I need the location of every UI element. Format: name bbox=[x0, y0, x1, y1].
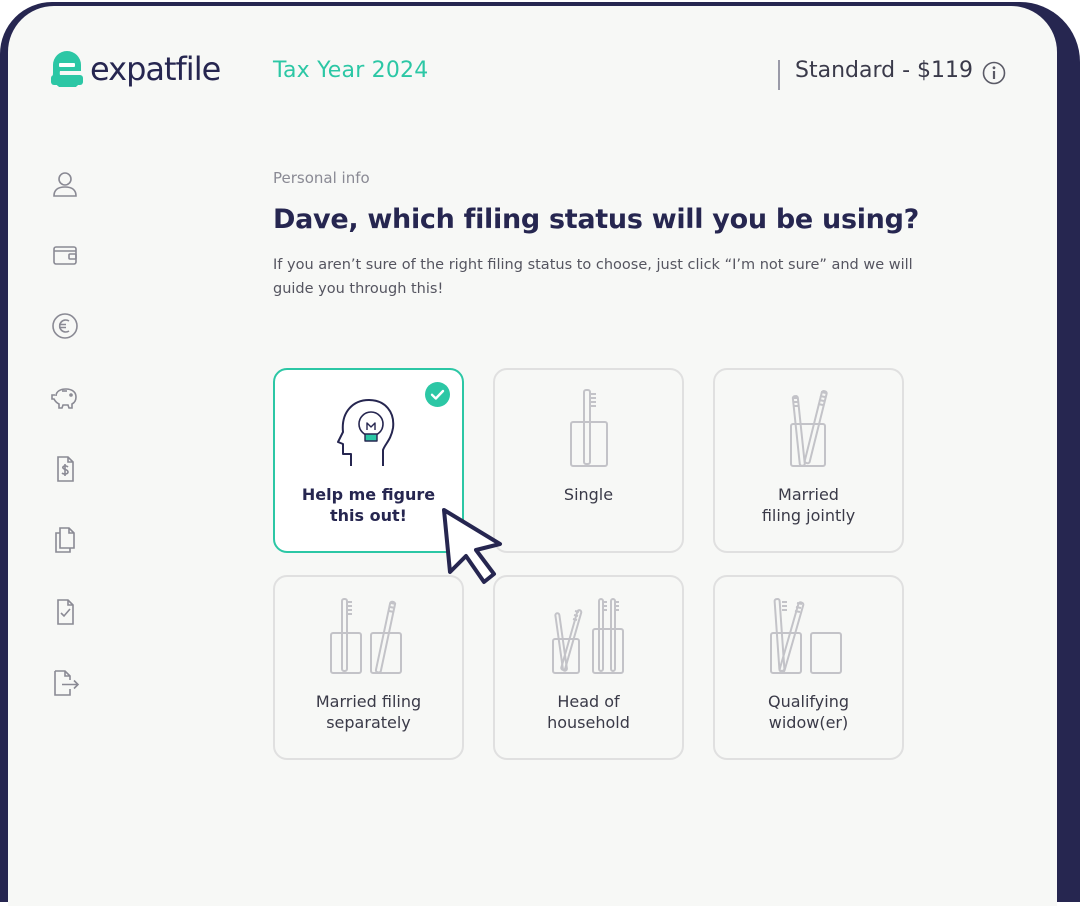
sidebar-item-income[interactable] bbox=[49, 239, 81, 271]
toothbrushes-empty-cup-icon bbox=[769, 598, 842, 674]
option-label: Single bbox=[563, 485, 614, 504]
sidebar-item-savings[interactable] bbox=[49, 382, 81, 414]
option-single[interactable]: Single bbox=[493, 368, 684, 553]
euro-icon bbox=[52, 313, 78, 339]
option-married-filing-jointly[interactable]: Married filing jointly bbox=[713, 368, 904, 553]
family-toothbrushes-icon bbox=[551, 598, 624, 674]
card-illustration bbox=[275, 595, 462, 675]
option-help-me-figure[interactable]: Help me figure this out! bbox=[273, 368, 464, 553]
tax-year-label: Tax Year 2024 bbox=[273, 58, 429, 83]
app-screen: expatfile Tax Year 2024 Standard - $119 bbox=[8, 6, 1057, 906]
option-qualifying-widower[interactable]: Qualifying widow(er) bbox=[713, 575, 904, 760]
sidebar-item-foreign-income[interactable] bbox=[49, 310, 81, 342]
app-frame: expatfile Tax Year 2024 Standard - $119 bbox=[0, 0, 1080, 906]
two-toothbrushes-one-cup-icon bbox=[789, 390, 828, 467]
sidebar-item-submit[interactable] bbox=[49, 667, 81, 699]
helper-text: If you aren’t sure of the right filing s… bbox=[273, 257, 913, 297]
section-label: Personal info bbox=[273, 169, 370, 187]
card-illustration bbox=[275, 388, 462, 468]
option-label: Married filing separately bbox=[315, 692, 422, 732]
user-icon bbox=[53, 172, 77, 197]
piggy-bank-icon bbox=[51, 388, 77, 409]
brand-logo[interactable]: expatfile bbox=[49, 50, 221, 88]
brand-name: expatfile bbox=[90, 50, 221, 88]
header-divider bbox=[778, 60, 780, 90]
card-illustration bbox=[495, 388, 682, 468]
head-lightbulb-icon bbox=[336, 399, 394, 466]
document-check-icon bbox=[57, 599, 74, 625]
option-head-of-household[interactable]: Head of household bbox=[493, 575, 684, 760]
invoice-dollar-icon bbox=[57, 456, 74, 482]
option-label: Married filing jointly bbox=[761, 485, 856, 525]
card-illustration bbox=[715, 595, 902, 675]
single-toothbrush-icon bbox=[569, 389, 608, 467]
wallet-icon bbox=[53, 246, 77, 265]
exit-icon bbox=[54, 670, 80, 696]
option-label: Qualifying widow(er) bbox=[768, 692, 849, 732]
card-illustration bbox=[715, 388, 902, 468]
sidebar-item-profile[interactable] bbox=[49, 168, 81, 200]
documents-icon bbox=[55, 527, 75, 553]
two-toothbrushes-two-cups-icon bbox=[329, 598, 402, 674]
info-icon[interactable] bbox=[982, 61, 1006, 85]
sidebar-item-documents[interactable] bbox=[49, 524, 81, 556]
logo-mark-icon bbox=[51, 51, 83, 87]
sidebar-item-review[interactable] bbox=[49, 596, 81, 628]
sidebar-item-tax-payments[interactable] bbox=[49, 453, 81, 485]
plan-price-label: Standard - $119 bbox=[795, 58, 973, 83]
page-title: Dave, which filing status will you be us… bbox=[273, 204, 919, 235]
option-label: Head of household bbox=[547, 692, 630, 732]
card-illustration bbox=[495, 595, 682, 675]
option-label: Help me figure this out! bbox=[301, 485, 436, 525]
option-married-filing-separately[interactable]: Married filing separately bbox=[273, 575, 464, 760]
